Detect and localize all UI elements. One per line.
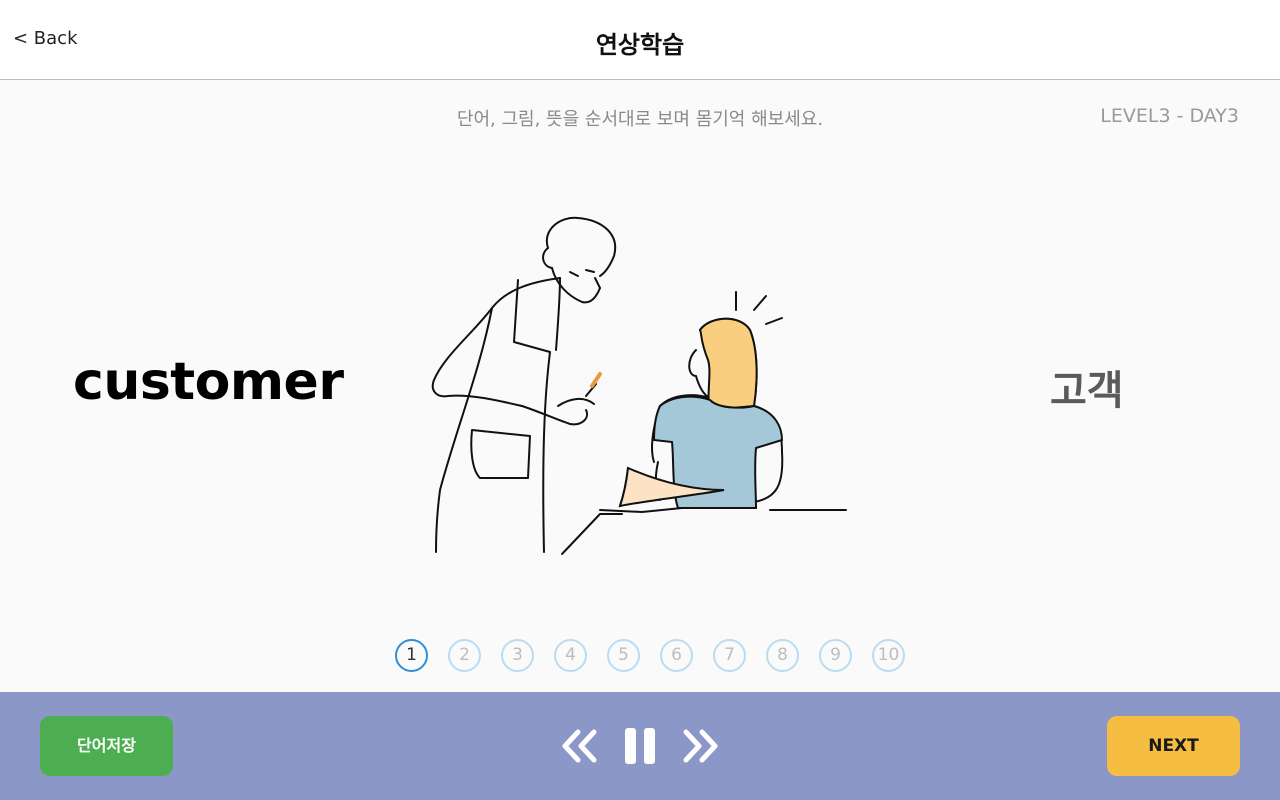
page-title: 연상학습 [595, 31, 685, 59]
fast-forward-icon[interactable] [680, 728, 720, 764]
page-dot-7[interactable]: 7 [713, 639, 746, 672]
page-dot-1[interactable]: 1 [395, 639, 428, 672]
instruction-text: 단어, 그림, 뜻을 순서대로 보며 몸기억 해보세요. [456, 109, 824, 130]
page-dot-6[interactable]: 6 [660, 639, 693, 672]
level-label: LEVEL3 - DAY3 [1100, 105, 1239, 127]
page-dot-3[interactable]: 3 [501, 639, 534, 672]
page-dot-9[interactable]: 9 [819, 639, 852, 672]
page-dot-4[interactable]: 4 [554, 639, 587, 672]
page-dot-2[interactable]: 2 [448, 639, 481, 672]
page-dot-10[interactable]: 10 [872, 639, 905, 672]
save-word-button[interactable]: 단어저장 [40, 716, 173, 776]
vocabulary-word: customer [73, 352, 344, 412]
pause-icon[interactable] [622, 728, 658, 764]
header-bar: < Back 연상학습 [0, 0, 1280, 80]
rewind-icon[interactable] [560, 728, 600, 764]
waiter-and-customer-illustration [431, 216, 847, 555]
page-dot-8[interactable]: 8 [766, 639, 799, 672]
word-meaning: 고객 [1050, 368, 1124, 414]
bottom-control-bar: 단어저장 NEXT [0, 692, 1280, 800]
page-indicator: 1 2 3 4 5 6 7 8 9 10 [395, 639, 905, 673]
next-button[interactable]: NEXT [1107, 716, 1240, 776]
page-dot-5[interactable]: 5 [607, 639, 640, 672]
